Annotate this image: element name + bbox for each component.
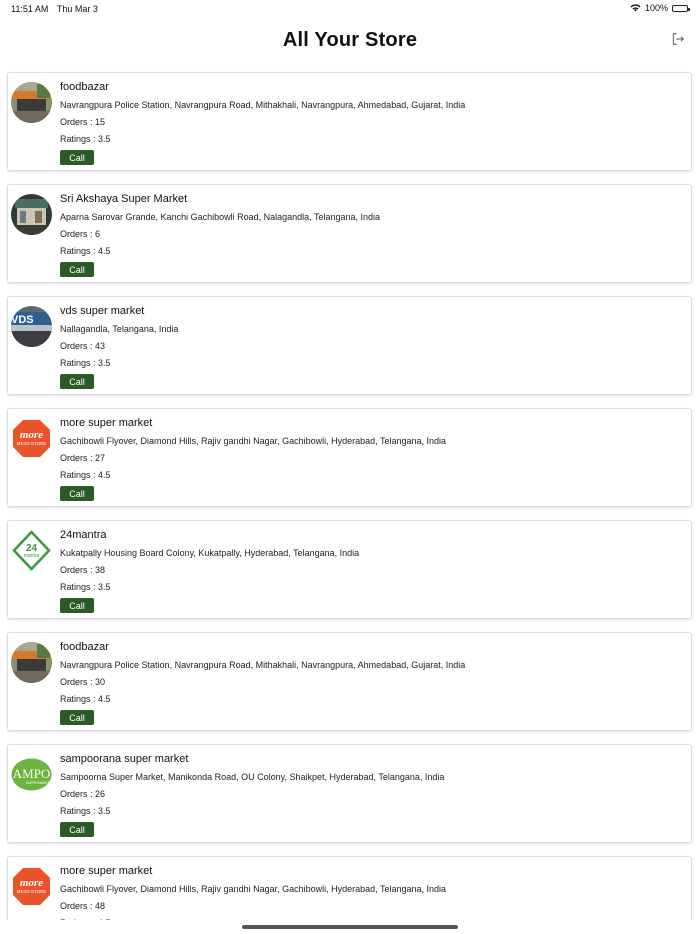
store-logo-icon: 24 mantra [11, 530, 52, 571]
store-address: Gachibowli Flyover, Diamond Hills, Rajiv… [60, 884, 447, 894]
store-address: Sampoorna Super Market, Manikonda Road, … [60, 772, 445, 782]
store-address: Kukatpally Housing Board Colony, Kukatpa… [60, 548, 360, 558]
svg-text:AMPO: AMPO [13, 766, 51, 781]
status-time: 11:51 AM [11, 4, 49, 14]
store-card[interactable]: more MEGA STORE more super market Gachibowl… [7, 408, 692, 507]
store-card[interactable]: foodbazar Navrangpura Police Station, Nav… [7, 632, 692, 731]
store-name: vds super market [60, 305, 145, 317]
store-address: Aparna Sarovar Grande, Kanchi Gachibowli… [60, 212, 381, 222]
store-orders: Orders : 6 [60, 229, 101, 239]
store-logo-icon: more MEGA STORE [11, 418, 52, 459]
call-button[interactable]: Call [60, 374, 94, 389]
store-ratings: Ratings : 3.5 [60, 582, 111, 592]
svg-text:SUPERMARKET: SUPERMARKET [26, 781, 52, 785]
store-ratings: Ratings : 4.5 [60, 918, 111, 920]
status-left: 11:51 AM Thu Mar 3 [11, 4, 98, 14]
store-card[interactable]: more MEGA STORE more super market Gachibowl… [7, 856, 692, 920]
svg-text:more: more [20, 877, 43, 889]
store-card[interactable]: 24 mantra 24mantra Kukatpally Housing Board… [7, 520, 692, 619]
svg-text:mantra: mantra [24, 553, 40, 559]
status-right: 100% [630, 3, 690, 13]
home-indicator[interactable] [242, 925, 458, 929]
store-ratings: Ratings : 4.5 [60, 470, 111, 480]
store-orders: Orders : 27 [60, 453, 106, 463]
store-orders: Orders : 26 [60, 789, 106, 799]
store-ratings: Ratings : 4.5 [60, 246, 111, 256]
call-button[interactable]: Call [60, 262, 94, 277]
store-logo-icon [11, 642, 52, 683]
store-address: Gachibowli Flyover, Diamond Hills, Rajiv… [60, 436, 447, 446]
store-logo-icon: AMPO SUPERMARKET [11, 754, 52, 795]
store-list[interactable]: foodbazar Navrangpura Police Station, Nav… [0, 70, 700, 920]
store-ratings: Ratings : 4.5 [60, 694, 111, 704]
svg-text:more: more [20, 429, 43, 441]
store-ratings: Ratings : 3.5 [60, 134, 111, 144]
store-name: 24mantra [60, 529, 107, 541]
store-orders: Orders : 43 [60, 341, 106, 351]
store-name: foodbazar [60, 641, 109, 653]
store-logo-icon: VDS [11, 306, 52, 347]
store-card[interactable]: VDS vds super market Nallagandla, Telangan… [7, 296, 692, 395]
store-orders: Orders : 48 [60, 901, 106, 911]
store-name: more super market [60, 417, 153, 429]
call-button[interactable]: Call [60, 150, 94, 165]
store-name: foodbazar [60, 81, 109, 93]
store-logo-icon: more MEGA STORE [11, 866, 52, 907]
logout-icon[interactable] [671, 32, 685, 46]
store-orders: Orders : 30 [60, 677, 106, 687]
status-bar: 11:51 AM Thu Mar 3 100% [0, 0, 700, 18]
svg-text:VDS: VDS [11, 314, 34, 326]
store-card[interactable]: Sri Akshaya Super Market Aparna Sarovar G… [7, 184, 692, 283]
store-logo-icon [11, 82, 52, 123]
store-name: sampoorana super market [60, 753, 189, 765]
store-ratings: Ratings : 3.5 [60, 358, 111, 368]
store-name: more super market [60, 865, 153, 877]
store-card[interactable]: foodbazar Navrangpura Police Station, Nav… [7, 72, 692, 171]
store-ratings: Ratings : 3.5 [60, 806, 111, 816]
battery-icon [672, 4, 690, 12]
store-address: Navrangpura Police Station, Navrangpura … [60, 100, 466, 110]
store-card[interactable]: AMPO SUPERMARKET sampoorana super market Sa… [7, 744, 692, 843]
page-title: All Your Store [282, 29, 418, 51]
call-button[interactable]: Call [60, 822, 94, 837]
call-button[interactable]: Call [60, 710, 94, 725]
store-address: Navrangpura Police Station, Navrangpura … [60, 660, 466, 670]
store-orders: Orders : 38 [60, 565, 106, 575]
svg-text:MEGA STORE: MEGA STORE [17, 889, 47, 894]
call-button[interactable]: Call [60, 486, 94, 501]
wifi-icon [630, 4, 641, 12]
store-address: Nallagandla, Telangana, India [60, 324, 179, 334]
store-logo-icon [11, 194, 52, 235]
svg-text:MEGA STORE: MEGA STORE [17, 441, 47, 446]
store-orders: Orders : 15 [60, 117, 106, 127]
battery-percent: 100% [644, 3, 668, 13]
status-date: Thu Mar 3 [56, 4, 98, 14]
call-button[interactable]: Call [60, 598, 94, 613]
store-name: Sri Akshaya Super Market [60, 193, 188, 205]
